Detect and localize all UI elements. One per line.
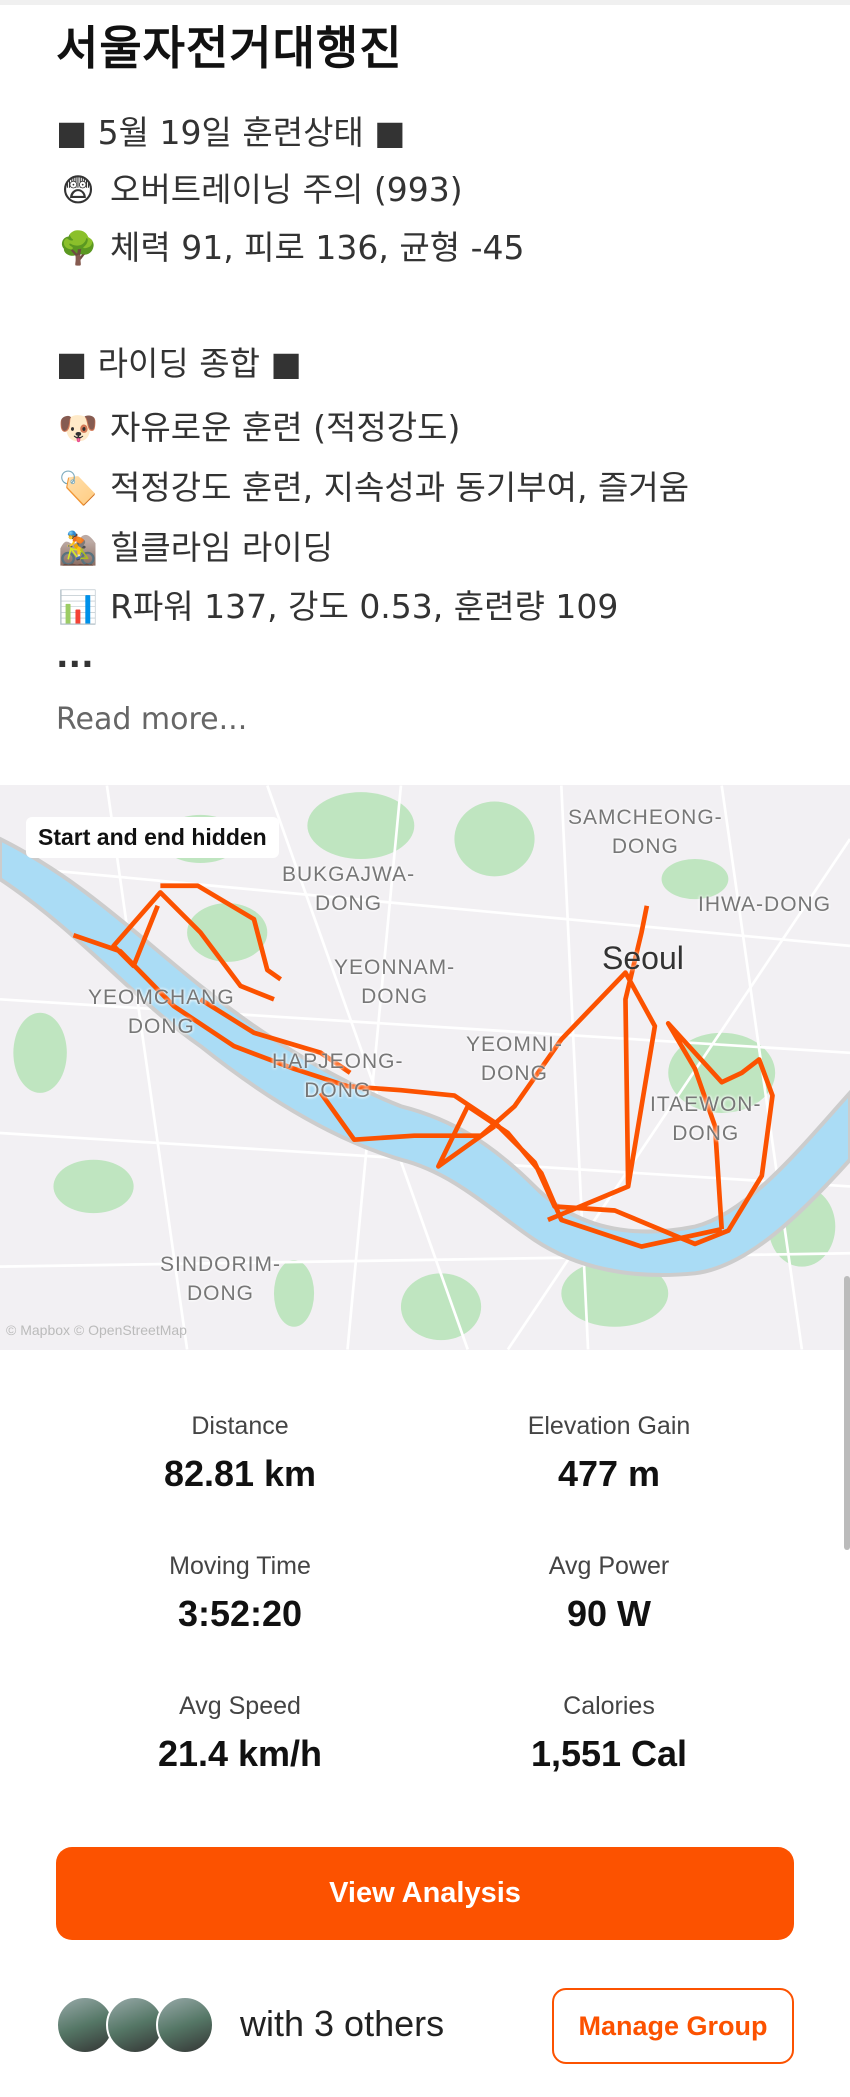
stat-label: Calories	[563, 1692, 655, 1720]
dog-face-icon: 🐶	[58, 409, 98, 447]
bar-chart-icon: 📊	[58, 588, 98, 626]
line-text: R파워 137, 강도 0.53, 훈련량 109	[110, 587, 619, 626]
stat-value: 82.81 km	[163, 1453, 317, 1494]
tree-icon: 🌳	[58, 229, 98, 267]
description-line: 📊 R파워 137, 강도 0.53, 훈련량 109	[56, 580, 618, 628]
description-line: ■ 5월 19일 훈련상태 ■	[56, 106, 405, 154]
activity-title: 서울자전거대행진	[56, 21, 403, 75]
anxious-face-icon: 😨	[61, 171, 95, 209]
map-label: BUKGAJWA- DONG	[282, 863, 416, 915]
view-analysis-button[interactable]: View Analysis	[56, 1847, 794, 1940]
stat-avg-power: Avg Power 90 W	[429, 1552, 789, 1635]
stat-calories: Calories 1,551 Cal	[429, 1692, 789, 1775]
stat-avg-speed: Avg Speed 21.4 km/h	[60, 1692, 420, 1775]
start-end-hidden-badge: Start and end hidden	[26, 817, 279, 858]
map-label: HAPJEONG- DONG	[272, 1050, 404, 1102]
map-label: YEOMCHANG DONG	[88, 986, 235, 1038]
stat-moving-time: Moving Time 3:52:20	[60, 1552, 420, 1635]
map-label: SINDORIM- DONG	[160, 1253, 281, 1305]
description-line: 🏷️ 적정강도 훈련, 지속성과 동기부여, 즐거움	[56, 461, 689, 509]
map-label: YEOMNI- DONG	[466, 1033, 563, 1085]
stat-value: 1,551 Cal	[530, 1733, 688, 1774]
manage-group-button[interactable]: Manage Group	[552, 1988, 794, 2064]
top-divider	[0, 0, 850, 5]
map-canvas	[0, 785, 850, 1350]
description-line: 🚵 힐클라임 라이딩	[56, 521, 333, 569]
stat-label: Elevation Gain	[527, 1412, 691, 1440]
with-others-text[interactable]: with 3 others	[240, 2003, 444, 2045]
line-text: 적정강도 훈련, 지속성과 동기부여, 즐거움	[110, 468, 690, 507]
line-text: 자유로운 훈련 (적정강도)	[110, 408, 461, 447]
stat-label: Distance	[191, 1412, 289, 1440]
line-text: 오버트레이닝 주의 (993)	[110, 170, 463, 209]
stat-label: Avg Power	[548, 1552, 670, 1580]
route-map[interactable]: SAMCHEONG- DONG BUKGAJWA- DONG IHWA-DONG Y…	[0, 785, 850, 1350]
description-ellipsis: ...	[56, 636, 94, 675]
avatar[interactable]	[156, 1996, 214, 2054]
map-label: SAMCHEONG- DONG	[568, 806, 723, 858]
description-line: 😨 오버트레이닝 주의 (993)	[56, 163, 463, 211]
mountain-biker-icon: 🚵	[58, 529, 98, 567]
stat-elevation-gain: Elevation Gain 477 m	[429, 1412, 789, 1495]
description-line: 🌳 체력 91, 피로 136, 균형 -45	[56, 221, 524, 269]
map-city-label: Seoul	[602, 940, 684, 976]
description-line: ■ 라이딩 종합 ■	[56, 337, 302, 385]
read-more-link[interactable]: Read more...	[56, 702, 247, 737]
map-attribution[interactable]: © Mapbox © OpenStreetMap	[6, 1322, 187, 1338]
stat-value: 90 W	[566, 1593, 652, 1634]
stat-value: 477 m	[557, 1453, 661, 1494]
line-text: 힐클라임 라이딩	[110, 528, 334, 567]
stat-label: Avg Speed	[179, 1692, 301, 1720]
stat-value: 3:52:20	[177, 1593, 303, 1634]
label-tag-icon: 🏷️	[58, 469, 98, 507]
scrollbar[interactable]	[844, 1276, 850, 1550]
stat-distance: Distance 82.81 km	[60, 1412, 420, 1495]
map-label: YEONNAM- DONG	[334, 956, 456, 1008]
stat-label: Moving Time	[169, 1552, 311, 1580]
stat-value: 21.4 km/h	[157, 1733, 323, 1774]
line-text: 체력 91, 피로 136, 균형 -45	[110, 228, 525, 267]
description-line: 🐶 자유로운 훈련 (적정강도)	[56, 401, 460, 449]
line-text: ■ 라이딩 종합 ■	[56, 344, 302, 383]
map-label: ITAEWON- DONG	[650, 1093, 762, 1145]
line-text: ■ 5월 19일 훈련상태 ■	[56, 113, 406, 152]
map-label: IHWA-DONG	[698, 893, 832, 916]
